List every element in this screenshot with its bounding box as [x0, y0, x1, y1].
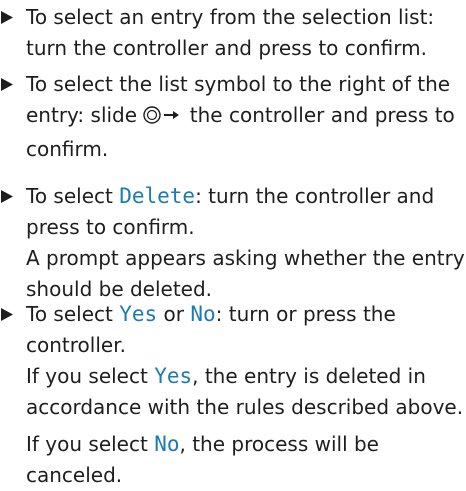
instruction-step-select-entry: To select an entry from the selection li…: [1, 2, 456, 64]
step-text: If you select: [26, 432, 155, 456]
step-text-line: turn the controller and press to confirm…: [26, 36, 427, 60]
instruction-step-select-yes-no: To select Yes or No: turn or press the c…: [1, 299, 464, 491]
step-result-line: A prompt appears asking whether the entr…: [26, 246, 465, 270]
step-text-line: confirm.: [26, 137, 109, 161]
step-text: : turn the controller and: [195, 184, 435, 208]
keyword-yes: Yes: [119, 302, 158, 326]
controller-slide-right-icon: [143, 103, 183, 134]
step-text-line: press to confirm.: [26, 215, 195, 239]
step-result-line: If you select Yes, the entry is deleted …: [26, 361, 456, 392]
step-text: To select: [26, 302, 120, 326]
keyword-delete: Delete: [119, 184, 196, 208]
step-text-line: entry: slide the controller and press to: [26, 100, 456, 134]
step-text-line: controller.: [26, 333, 126, 357]
step-text-line: To select Delete: turn the controller an…: [26, 181, 456, 212]
step-text: or: [157, 302, 191, 326]
step-text: , the entry is deleted in: [192, 364, 426, 388]
instruction-step-select-list-symbol: To select the list symbol to the right o…: [1, 69, 456, 165]
keyword-yes: Yes: [154, 364, 193, 388]
step-result-line: accordance with the rules described abov…: [26, 395, 464, 419]
triangle-right-icon: [0, 69, 20, 100]
step-result-line: canceled.: [26, 463, 123, 487]
step-text: To select: [26, 184, 120, 208]
keyword-no: No: [190, 302, 216, 326]
manual-page: To select an entry from the selection li…: [0, 0, 466, 487]
instruction-step-select-delete: To select Delete: turn the controller an…: [1, 181, 465, 305]
keyword-no: No: [154, 432, 180, 456]
step-text: If you select: [26, 364, 155, 388]
step-text-line: To select an entry from the selection li…: [26, 5, 435, 29]
step-result-line: If you select No, the process will be: [26, 429, 456, 460]
step-text-line: To select the list symbol to the right o…: [26, 72, 451, 96]
triangle-right-icon: [0, 2, 20, 33]
step-text: , the process will be: [179, 432, 379, 456]
step-text-line: To select Yes or No: turn or press the: [26, 299, 456, 330]
triangle-right-icon: [0, 181, 20, 212]
step-text: the controller and press to: [183, 103, 455, 127]
step-text: : turn or press the: [215, 302, 396, 326]
step-text: entry: slide: [26, 103, 144, 127]
triangle-right-icon: [0, 299, 20, 330]
